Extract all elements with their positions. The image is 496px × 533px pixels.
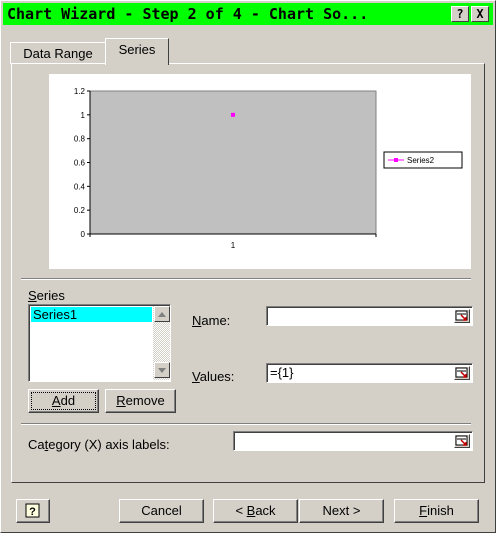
category-field[interactable] bbox=[233, 431, 473, 451]
add-button[interactable]: Add bbox=[28, 389, 99, 413]
y-tick-label: 0.2 bbox=[74, 206, 86, 215]
triangle-down-icon bbox=[158, 368, 166, 373]
range-picker-button[interactable] bbox=[454, 366, 470, 380]
range-picker-button[interactable] bbox=[454, 309, 470, 323]
legend-label: Series2 bbox=[407, 156, 435, 165]
cancel-button[interactable]: Cancel bbox=[119, 499, 204, 523]
help-icon-button[interactable]: ? bbox=[16, 499, 50, 523]
remove-button[interactable]: Remove bbox=[105, 389, 176, 413]
chart-wizard-dialog: Chart Wizard - Step 2 of 4 - Chart So...… bbox=[0, 0, 496, 533]
y-tick-label: 0 bbox=[81, 230, 86, 239]
legend-marker bbox=[394, 158, 398, 162]
y-tick-label: 1.2 bbox=[74, 87, 86, 96]
separator bbox=[21, 423, 471, 425]
scroll-down-button[interactable] bbox=[154, 362, 170, 378]
chart-preview: 1.2 1 0.8 0.6 0.4 0.2 0 1 Series2 bbox=[49, 74, 471, 269]
title-bar[interactable]: Chart Wizard - Step 2 of 4 - Chart So...… bbox=[3, 3, 493, 25]
triangle-up-icon bbox=[158, 312, 166, 317]
data-point bbox=[231, 112, 235, 117]
values-field[interactable]: ={1} bbox=[266, 363, 473, 383]
name-field[interactable] bbox=[266, 306, 473, 326]
values-label: Values: bbox=[192, 369, 235, 384]
range-picker-button[interactable] bbox=[454, 434, 470, 448]
plot-area bbox=[89, 90, 377, 235]
separator bbox=[21, 278, 471, 280]
name-label: Name: bbox=[192, 313, 231, 328]
window-title: Chart Wizard - Step 2 of 4 - Chart So... bbox=[7, 5, 369, 23]
y-tick-label: 1 bbox=[81, 111, 86, 120]
scroll-up-button[interactable] bbox=[154, 306, 170, 322]
back-button[interactable]: < Back bbox=[213, 499, 298, 523]
collapse-dialog-icon bbox=[455, 435, 468, 446]
next-button[interactable]: Next > bbox=[299, 499, 384, 523]
office-assistant-icon: ? bbox=[25, 503, 40, 518]
y-tick-label: 0.6 bbox=[74, 159, 86, 168]
collapse-dialog-icon bbox=[455, 310, 468, 321]
help-button[interactable]: ? bbox=[451, 6, 469, 22]
series-listbox[interactable]: Series1 bbox=[28, 304, 171, 382]
category-axis-label: Category (X) axis labels: bbox=[28, 437, 170, 452]
series-group-label: Series bbox=[28, 288, 65, 303]
finish-button[interactable]: Finish bbox=[394, 499, 479, 523]
x-tick-label: 1 bbox=[231, 241, 236, 250]
tab-series[interactable]: Series bbox=[105, 38, 169, 65]
tab-data-range[interactable]: Data Range bbox=[10, 42, 106, 64]
svg-text:?: ? bbox=[29, 506, 36, 518]
values-field-value: ={1} bbox=[270, 365, 294, 380]
chart-svg: 1.2 1 0.8 0.6 0.4 0.2 0 1 Series2 bbox=[74, 87, 463, 250]
collapse-dialog-icon bbox=[455, 367, 468, 378]
series-list-item[interactable]: Series1 bbox=[31, 307, 152, 322]
y-tick-label: 0.8 bbox=[74, 135, 86, 144]
y-tick-label: 0.4 bbox=[74, 182, 86, 191]
close-button[interactable]: X bbox=[471, 6, 489, 22]
